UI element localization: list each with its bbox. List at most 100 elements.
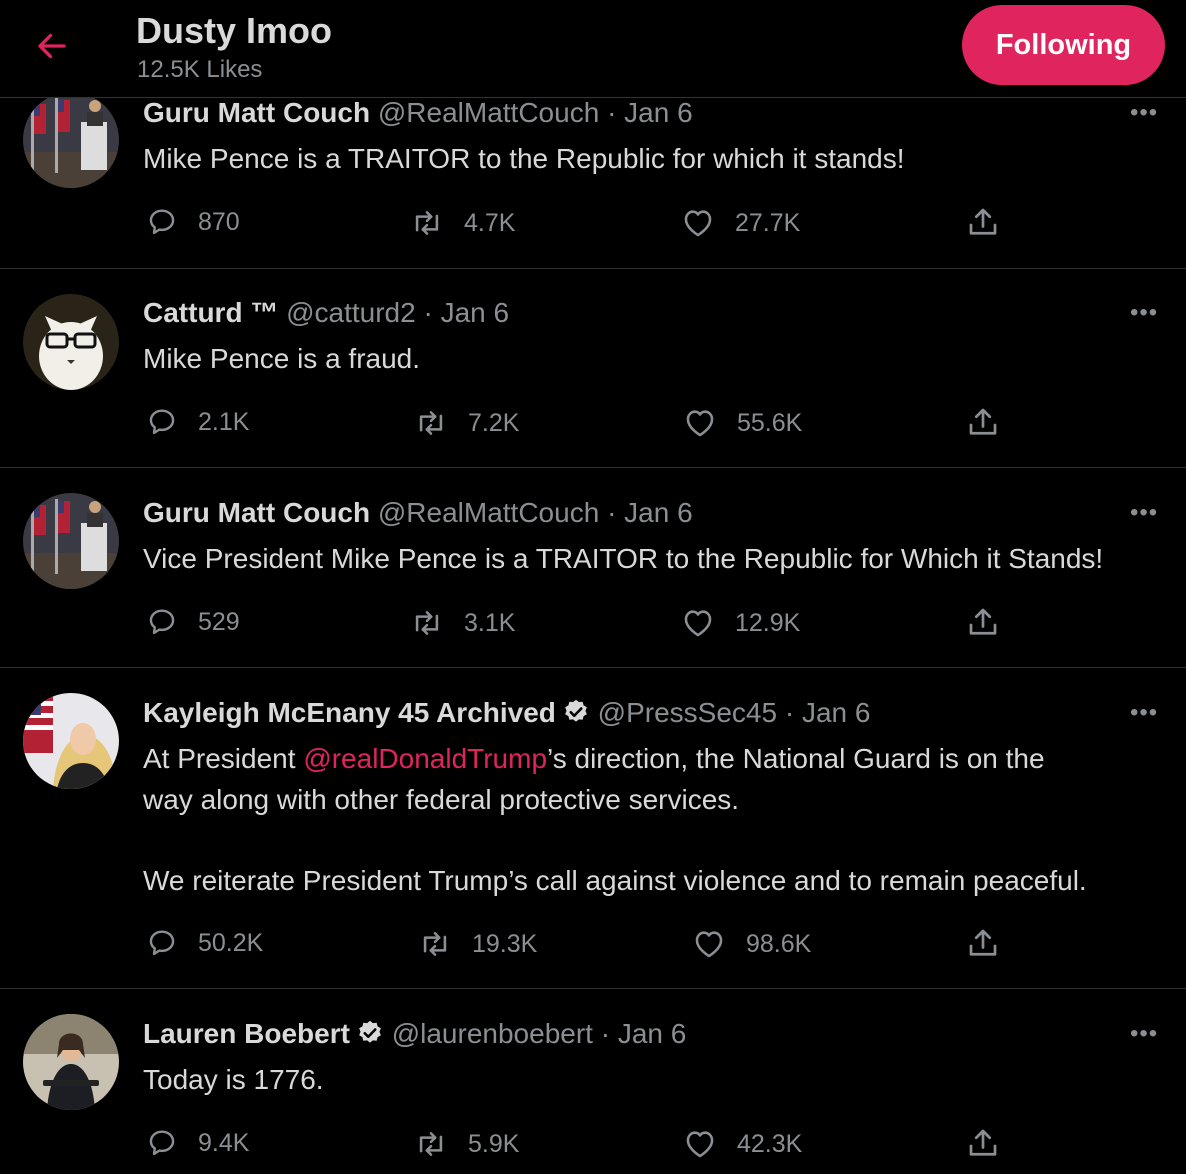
tweet-header: Catturd ™ @catturd2 · Jan 6 [143,297,509,329]
author-handle[interactable]: @PressSec45 [598,697,777,728]
author-name[interactable]: Guru Matt Couch [143,497,370,528]
reply-count: 50.2K [198,928,264,957]
avatar[interactable] [23,693,119,789]
like-button[interactable]: 12.9K [681,606,800,640]
retweet-count: 4.7K [464,208,516,237]
tweet-date[interactable]: · Jan 6 [424,297,510,328]
author-handle[interactable]: @RealMattCouch [378,97,599,128]
tweet-date[interactable]: · Jan 6 [785,697,871,728]
reply-button[interactable]: 870 [146,206,240,238]
retweet-icon [410,606,444,640]
reply-button[interactable]: 529 [146,606,240,638]
tweet[interactable]: Kayleigh McEnany 45 Archived @PressSec45… [0,667,1186,989]
author-handle[interactable]: @laurenboebert [392,1018,593,1049]
share-icon [965,1125,1001,1161]
back-button[interactable] [30,24,74,68]
avatar[interactable] [23,1014,119,1110]
tweet-text-line: We reiterate President Trump’s call agai… [143,865,1087,896]
share-button[interactable] [965,204,1001,245]
portrait-avatar-image [23,693,119,789]
profile-title: Dusty Imoo [136,10,333,51]
tweet-date[interactable]: · Jan 6 [607,97,693,128]
verified-badge-icon [356,1019,384,1047]
tweet-header: Lauren Boebert @laurenboebert · Jan 6 [143,1018,686,1050]
tweet-text: At President @realDonaldTrump’s directio… [143,738,1087,901]
heart-icon [681,606,715,640]
tweet-text-line: At President @realDonaldTrump’s directio… [143,743,1045,774]
more-icon[interactable]: ••• [1130,699,1158,727]
share-button[interactable] [965,404,1001,445]
tweet-text: Mike Pence is a fraud. [143,343,421,374]
share-button[interactable] [965,925,1001,966]
author-name[interactable]: Kayleigh McEnany 45 Archived [143,697,556,728]
tweet[interactable]: Guru Matt Couch @RealMattCouch · Jan 6 •… [0,467,1186,668]
retweet-button[interactable]: 7.2K [414,406,519,440]
podium-avatar-image [23,92,119,188]
retweet-count: 5.9K [468,1129,520,1158]
author-name[interactable]: Guru Matt Couch [143,97,370,128]
like-button[interactable]: 27.7K [681,206,800,240]
like-count: 27.7K [735,208,801,237]
avatar[interactable] [23,92,119,188]
like-count: 12.9K [735,608,801,637]
author-handle[interactable]: @catturd2 [286,297,416,328]
retweet-count: 3.1K [464,608,516,637]
reply-count: 2.1K [198,407,250,436]
avatar[interactable] [23,493,119,589]
heart-icon [681,206,715,240]
following-button[interactable]: Following [962,5,1165,85]
like-button[interactable]: 55.6K [683,406,802,440]
retweet-button[interactable]: 5.9K [414,1127,519,1161]
tweet-header: Guru Matt Couch @RealMattCouch · Jan 6 [143,97,693,129]
tweet[interactable]: Lauren Boebert @laurenboebert · Jan 6 ••… [0,988,1186,1174]
more-icon[interactable]: ••• [1130,99,1158,127]
reply-button[interactable]: 9.4K [146,1127,249,1159]
tweet-date[interactable]: · Jan 6 [607,497,693,528]
retweet-icon [414,1127,448,1161]
tweet[interactable]: Catturd ™ @catturd2 · Jan 6 ••• Mike Pen… [0,268,1186,468]
more-icon[interactable]: ••• [1130,299,1158,327]
share-icon [965,204,1001,240]
tweet-date[interactable]: · Jan 6 [601,1018,687,1049]
reply-count: 529 [198,607,240,636]
likes-count: 12.5K Likes [137,56,263,83]
share-icon [965,604,1001,640]
like-count: 42.3K [737,1129,803,1158]
more-icon[interactable]: ••• [1130,1020,1158,1048]
retweet-icon [414,406,448,440]
retweet-button[interactable]: 19.3K [418,927,537,961]
more-icon[interactable]: ••• [1130,499,1158,527]
avatar[interactable] [23,294,119,390]
reply-icon [146,606,178,638]
reply-button[interactable]: 2.1K [146,406,249,438]
author-handle[interactable]: @RealMattCouch [378,497,599,528]
tweet-text: Mike Pence is a TRAITOR to the Republic … [143,143,905,174]
author-name[interactable]: Catturd ™ [143,297,278,328]
mention-link[interactable]: @realDonaldTrump [303,743,547,774]
reply-count: 9.4K [198,1128,250,1157]
tweet-text: Today is 1776. [143,1064,324,1095]
retweet-count: 7.2K [468,408,520,437]
podium-avatar-image [23,493,119,589]
retweet-button[interactable]: 4.7K [410,206,515,240]
author-name[interactable]: Lauren Boebert [143,1018,350,1049]
portrait-avatar-image [23,1014,119,1110]
back-arrow-icon [38,33,66,59]
tweet-text: Vice President Mike Pence is a TRAITOR t… [143,543,1104,574]
like-count: 98.6K [746,929,812,958]
tweet-text-line: way along with other federal protective … [143,784,740,815]
retweet-button[interactable]: 3.1K [410,606,515,640]
like-button[interactable]: 98.6K [692,927,811,961]
share-button[interactable] [965,1125,1001,1166]
reply-count: 870 [198,207,240,236]
reply-icon [146,406,178,438]
tweet-header: Guru Matt Couch @RealMattCouch · Jan 6 [143,497,693,529]
like-button[interactable]: 42.3K [683,1127,802,1161]
tweet[interactable]: Guru Matt Couch @RealMattCouch · Jan 6 •… [0,92,1186,269]
retweet-icon [410,206,444,240]
share-button[interactable] [965,604,1001,645]
reply-button[interactable]: 50.2K [146,927,263,959]
retweet-icon [418,927,452,961]
heart-icon [683,406,717,440]
